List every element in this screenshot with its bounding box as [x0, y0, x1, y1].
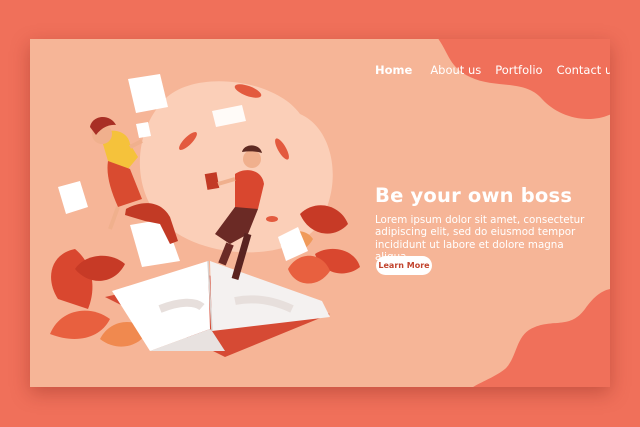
top-right-blob-shape — [438, 39, 610, 120]
nav-portfolio-link[interactable]: Portfolio — [495, 63, 542, 77]
falling-leaves — [179, 84, 289, 222]
bottom-right-blob-shape — [473, 289, 610, 387]
learn-more-button[interactable]: Learn More — [376, 256, 432, 275]
nav-home-link[interactable]: Home — [375, 63, 412, 77]
nav-about-link[interactable]: About us — [430, 63, 481, 77]
hero-title: Be your own boss — [375, 184, 573, 207]
boy-character — [204, 145, 264, 280]
nav-contact-link[interactable]: Contact us — [557, 63, 610, 77]
main-nav: Home About us Portfolio Contact us — [375, 63, 610, 77]
floating-papers — [58, 74, 308, 267]
reading-illustration — [50, 74, 360, 357]
landing-page-card: Home About us Portfolio Contact us Be yo… — [30, 39, 610, 387]
